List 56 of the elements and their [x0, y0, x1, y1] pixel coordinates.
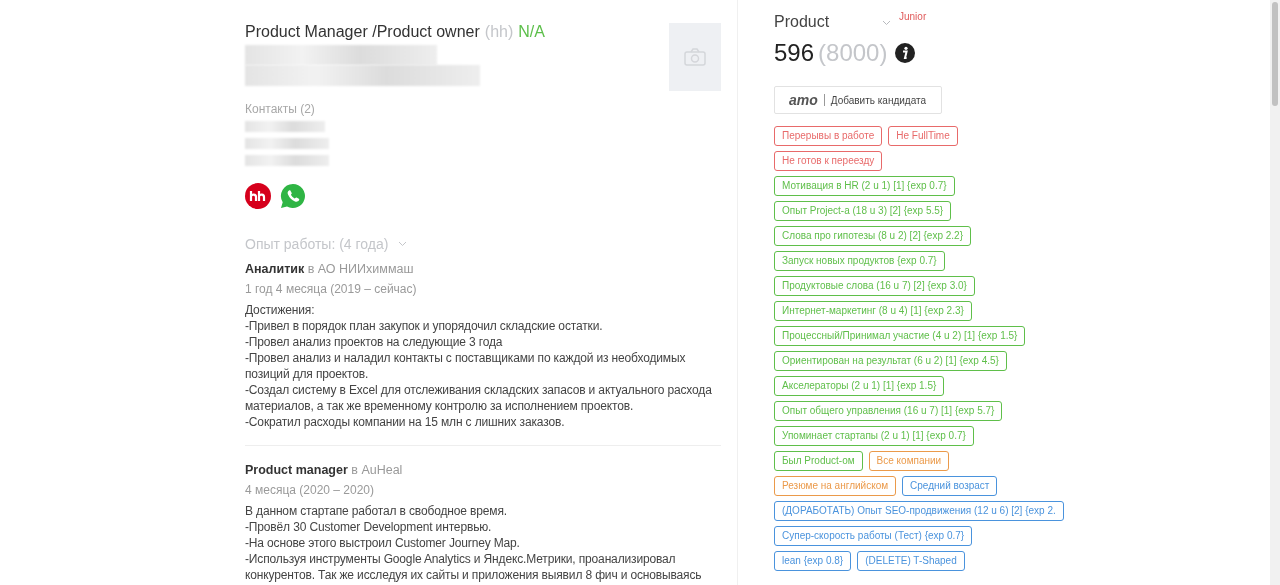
description-line: -На основе этого выстроил Customer Journey Map. [245, 535, 521, 551]
company-name: в АО НИИхиммаш [306, 262, 414, 276]
add-candidate-button[interactable]: amo Добавить кандидата [774, 86, 942, 114]
job-position: Product manager [245, 463, 348, 477]
tag[interactable]: Мотивация в HR (2 u 1) [1] {exp 0.7} [774, 176, 955, 196]
tag[interactable]: Опыт общего управления (16 u 7) [1] {exp 5.7} [774, 401, 1003, 421]
tag[interactable]: Резюме на английском [774, 476, 897, 496]
tag[interactable]: Слова про гипотезы (8 u 2) [2] {exp 2.2} [774, 226, 971, 246]
description-line: -Провел анализ и наладил контакты с поставщиками по каждой из необходимых позиций для проектов. [245, 350, 687, 382]
camera-icon [684, 48, 706, 66]
chevron-down-icon[interactable] [398, 241, 408, 247]
scrollbar[interactable] [1270, 0, 1280, 585]
tag[interactable]: (ДОРАБОТАТЬ) Опыт SEO-продвижения (12 u 6) [2] {exp 2. [774, 501, 1064, 521]
job-period: 1 год 4 месяца (2019 – сейчас) [245, 282, 418, 296]
tag[interactable]: Супер-скорость работы (Тест) {exp 0.7} [774, 526, 973, 546]
tag[interactable]: (DELETE) T-Shaped [857, 551, 965, 571]
company-name: в AuHeal [350, 463, 403, 477]
tag[interactable]: Перерывы в работе [774, 126, 883, 146]
candidate-count: 596 [774, 39, 815, 67]
description-line: -Провел анализ проектов на следующие 3 года [245, 334, 504, 350]
description-line: -Создал систему в Excel для отслеживания складских запасов и актуального расхода материалов, а так же временному контролю за исполнением проектов. [245, 382, 713, 414]
tag[interactable]: Был Product-ом [774, 451, 863, 471]
tag[interactable]: Ориентирован на результат (6 u 2) [1] {exp 4.5} [774, 351, 1007, 371]
phone-bubble-icon[interactable] [280, 183, 306, 209]
experience-header: Опыт работы: (4 года) [245, 236, 389, 252]
chevron-down-icon[interactable] [882, 20, 891, 26]
tag[interactable]: Запуск новых продуктов {exp 0.7} [774, 251, 945, 271]
info-icon[interactable] [895, 43, 916, 63]
tag[interactable]: Акселераторы (2 u 1) [1] {exp 1.5} [774, 376, 945, 396]
tag[interactable]: Средний возраст [902, 476, 998, 496]
tag[interactable]: Не FullTime [888, 126, 958, 146]
source-label: (hh) [484, 23, 514, 41]
tag[interactable]: Не готов к переезду [774, 151, 883, 171]
tag[interactable]: lean {exp 0.8} [774, 551, 852, 571]
description-line: -Используя инструменты Google Analytics и Яндекс.Метрики, проанализировал конкурентов. Так же исследуя их сайты и приложения выявил 8 фич и основываясь [245, 551, 703, 583]
description-line: Достижения: [245, 302, 316, 318]
description-line: -Провёл 30 Customer Development интервью. [245, 519, 493, 535]
job-period: 4 месяца (2020 – 2020) [245, 483, 376, 497]
candidate-title: Product Manager /Product owner [245, 23, 480, 41]
tag[interactable]: Продуктовые слова (16 u 7) [2] {exp 3.0} [774, 276, 975, 296]
tag[interactable]: Упоминает стартапы (2 u 1) [1] {exp 0.7} [774, 426, 974, 446]
photo-placeholder[interactable] [669, 23, 721, 91]
tag[interactable]: Опыт Project-а (18 u 3) [2] {exp 5.5} [774, 201, 952, 221]
description-line: -Сократил расходы компании на 15 млн с лишних заказов. [245, 414, 566, 430]
status-label: N/A [518, 23, 545, 41]
tag[interactable]: Процессный/Принимал участие (4 u 2) [1] {exp 1.5} [774, 326, 1026, 346]
tag[interactable]: Все компании [868, 451, 950, 471]
total-count: (8000) [818, 39, 888, 67]
vacancy-select[interactable]: Product [774, 13, 882, 31]
hh-logo-icon[interactable] [245, 183, 271, 209]
level-label: Junior [899, 11, 927, 22]
tag[interactable]: Интернет-маркетинг (8 u 4) [1] {exp 2.3} [774, 301, 972, 321]
description-line: В данном стартапе работал в свободное время. [245, 503, 508, 519]
description-line: -Привел в порядок план закупок и упорядочил складские остатки. [245, 318, 604, 334]
scrollbar-thumb[interactable] [1272, 2, 1278, 106]
job-position: Аналитик [245, 262, 305, 276]
